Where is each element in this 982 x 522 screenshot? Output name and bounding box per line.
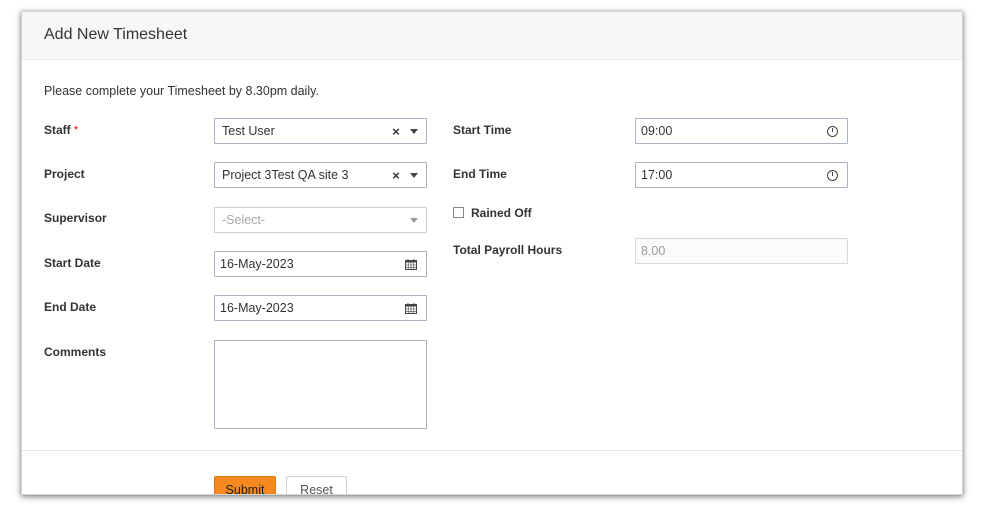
close-icon[interactable]: × <box>388 163 404 187</box>
project-select[interactable]: Project 3Test QA site 3 × <box>214 162 427 188</box>
start-time-value: 09:00 <box>641 124 673 138</box>
end-date-value: 16-May-2023 <box>220 301 294 315</box>
rained-off-label[interactable]: Rained Off <box>471 206 532 220</box>
comments-textarea[interactable] <box>214 340 427 429</box>
end-time-label: End Time <box>453 167 507 181</box>
staff-label: Staff * <box>44 123 78 137</box>
end-time-value: 17:00 <box>641 168 673 182</box>
start-date-value: 16-May-2023 <box>220 257 294 271</box>
chevron-down-icon[interactable] <box>407 119 421 143</box>
start-date-input[interactable]: 16-May-2023 <box>214 251 427 277</box>
start-time-label: Start Time <box>453 123 512 137</box>
chevron-down-icon[interactable] <box>407 208 421 232</box>
calendar-icon[interactable] <box>403 252 419 276</box>
total-payroll-hours-label: Total Payroll Hours <box>453 243 563 257</box>
required-mark: * <box>73 123 79 137</box>
start-time-input[interactable]: 09:00 <box>635 118 848 144</box>
start-date-label: Start Date <box>44 256 101 270</box>
total-payroll-hours-field: 8.00 <box>635 238 848 264</box>
project-label: Project <box>44 167 85 181</box>
panel-header: Add New Timesheet <box>22 12 962 60</box>
close-icon[interactable]: × <box>388 119 404 143</box>
end-time-input[interactable]: 17:00 <box>635 162 848 188</box>
page-title: Add New Timesheet <box>44 26 188 43</box>
total-payroll-hours-value: 8.00 <box>641 244 666 258</box>
end-date-label: End Date <box>44 300 97 314</box>
reset-button[interactable]: Reset <box>286 476 347 494</box>
calendar-icon[interactable] <box>403 296 419 320</box>
form-divider <box>22 450 962 451</box>
clock-icon[interactable] <box>824 163 840 187</box>
rained-off-checkbox[interactable] <box>453 207 464 218</box>
add-timesheet-panel: Add New Timesheet Please complete your T… <box>21 11 963 495</box>
staff-label-text: Staff <box>44 123 71 137</box>
supervisor-placeholder: -Select- <box>222 213 266 227</box>
supervisor-select[interactable]: -Select- <box>214 207 427 233</box>
submit-button[interactable]: Submit <box>214 476 276 494</box>
chevron-down-icon[interactable] <box>407 163 421 187</box>
instruction-note: Please complete your Timesheet by 8.30pm… <box>44 84 319 98</box>
staff-value: Test User <box>222 124 275 138</box>
supervisor-label: Supervisor <box>44 211 107 225</box>
clock-icon[interactable] <box>824 119 840 143</box>
comments-label: Comments <box>44 345 107 359</box>
staff-select[interactable]: Test User × <box>214 118 427 144</box>
end-date-input[interactable]: 16-May-2023 <box>214 295 427 321</box>
project-value: Project 3Test QA site 3 <box>222 168 349 182</box>
